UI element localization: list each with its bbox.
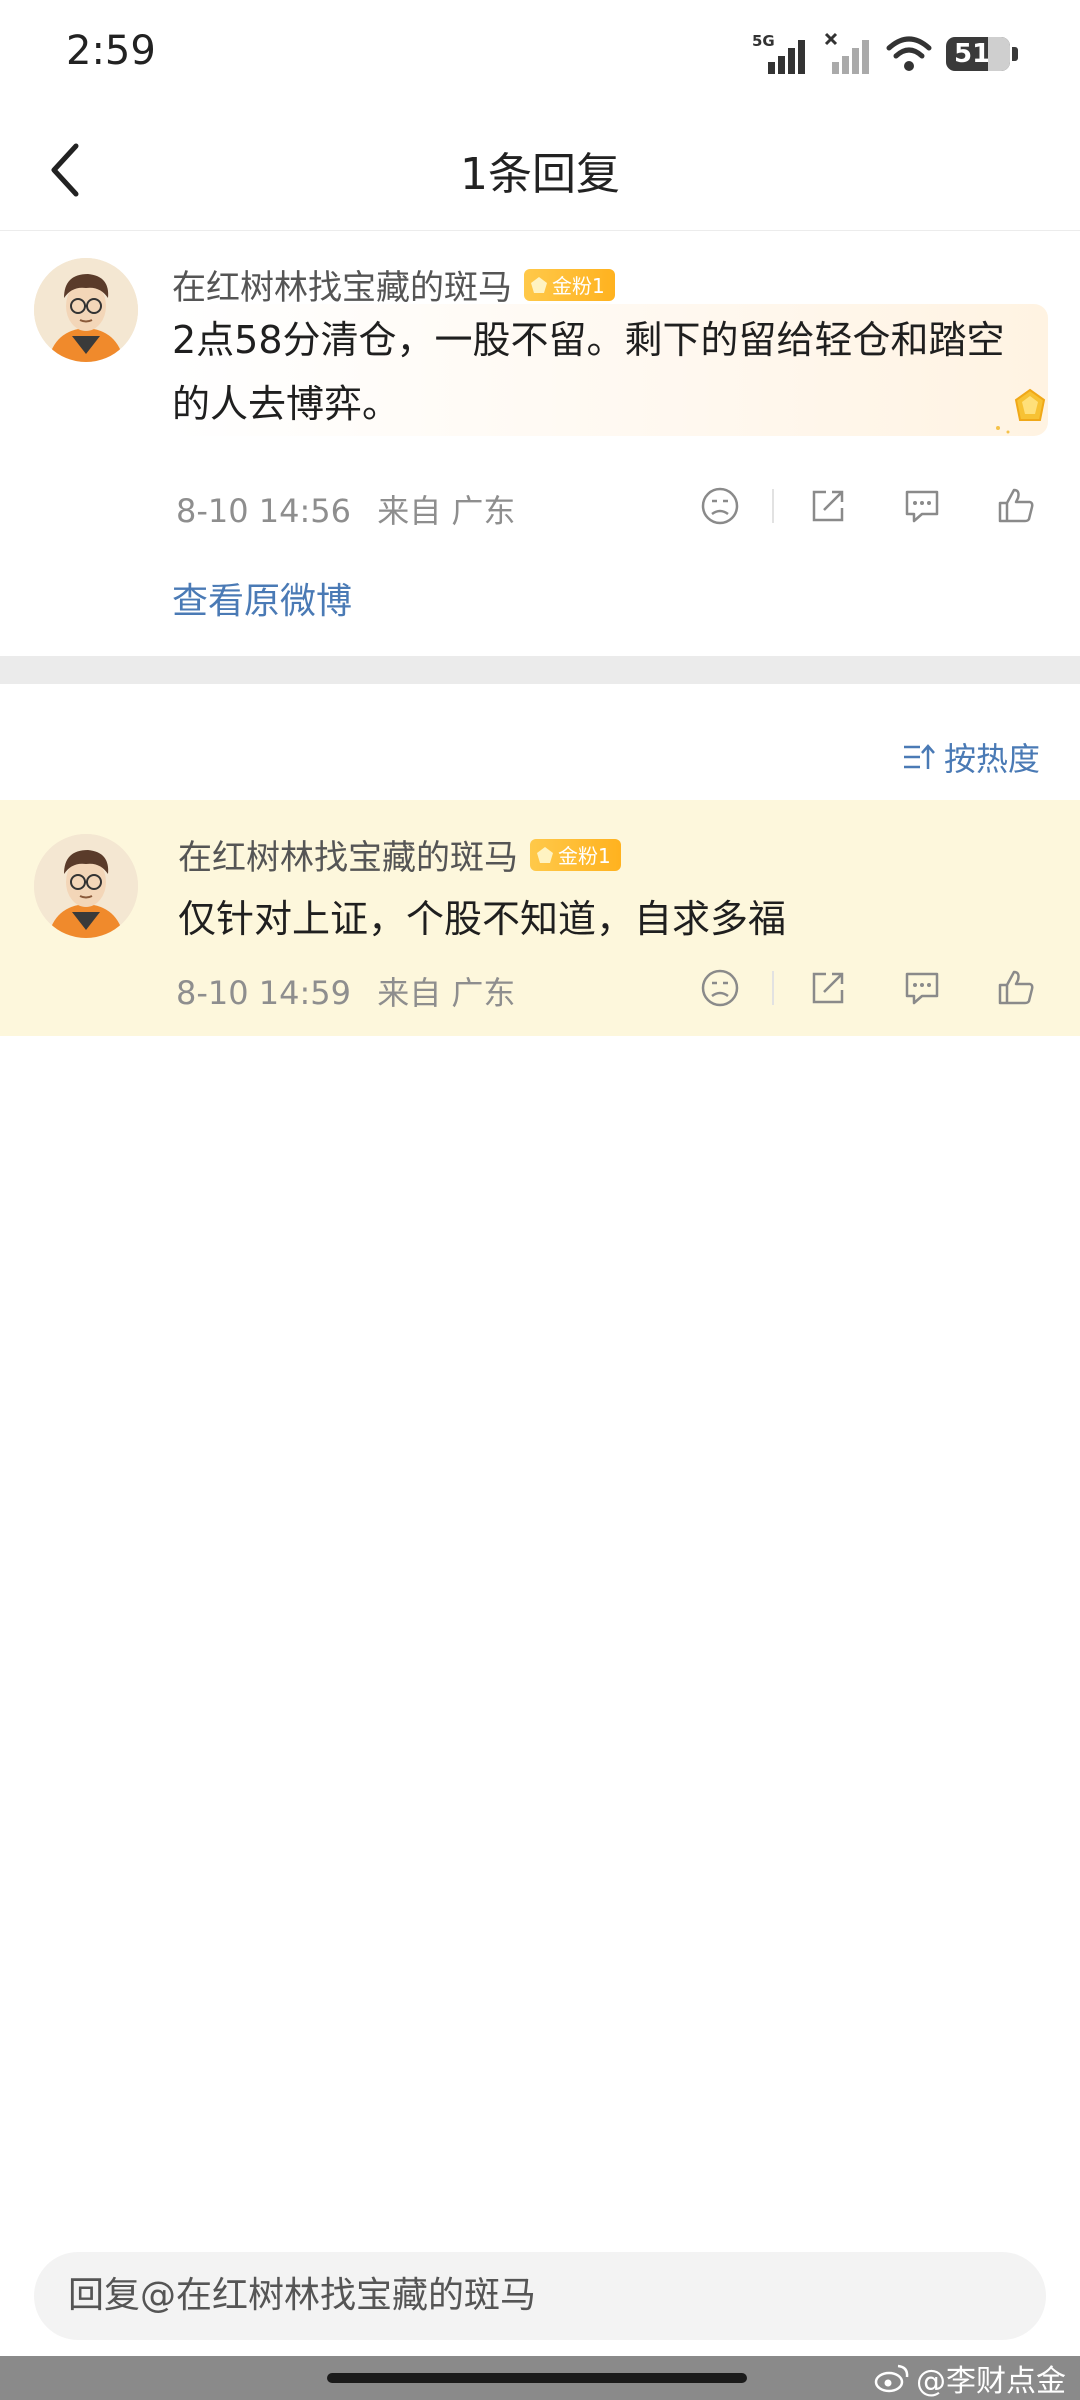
comment-icon [905, 972, 939, 1005]
reply-source: 来自 广东 [377, 974, 516, 1012]
comment-button[interactable] [898, 964, 946, 1012]
fan-badge-label: 金粉1 [552, 274, 605, 298]
dislike-button[interactable] [696, 482, 744, 530]
gem-icon [537, 846, 553, 863]
like-button[interactable] [992, 964, 1040, 1012]
weibo-logo-icon [874, 2364, 909, 2393]
wifi-icon [886, 36, 932, 71]
dislike-button[interactable] [696, 964, 744, 1012]
thumbs-up-icon [998, 488, 1034, 523]
avatar-image [34, 834, 138, 938]
original-comment: 在红树林找宝藏的斑马 金粉1 2点58分清仓，一股不留。剩下的留给轻仓和踏空的人… [0, 232, 1080, 654]
comment-header: 在红树林找宝藏的斑马 金粉1 [172, 260, 615, 309]
avatar[interactable] [34, 258, 138, 362]
username[interactable]: 在红树林找宝藏的斑马 [172, 260, 512, 309]
home-indicator[interactable] [327, 2373, 747, 2383]
reply-date: 8-10 14:59 [176, 974, 352, 1012]
network-type-label: 5G [752, 32, 775, 50]
comment-button[interactable] [898, 482, 946, 530]
avatar[interactable] [34, 834, 138, 938]
share-button[interactable] [804, 964, 852, 1012]
comment-bubble: 2点58分清仓，一股不留。剩下的留给轻仓和踏空的人去博弈。 [172, 304, 1048, 436]
action-separator [772, 489, 774, 523]
fan-badge-label: 金粉1 [558, 844, 611, 868]
share-icon [812, 490, 844, 522]
comment-meta: 8-10 14:56 来自 广东 [176, 486, 515, 532]
cellular-5g-icon: 5G [752, 32, 805, 74]
nav-bar: 1条回复 [0, 110, 1080, 231]
reply-input[interactable]: 回复@在红树林找宝藏的斑马 [34, 2252, 1046, 2340]
status-icons: 5G 51 [752, 30, 1018, 78]
fan-badge[interactable]: 金粉1 [524, 268, 615, 301]
share-button[interactable] [804, 482, 852, 530]
share-icon [812, 972, 844, 1004]
battery-icon: 51 [946, 37, 1018, 71]
status-time: 2:59 [66, 28, 156, 74]
fan-badge[interactable]: 金粉1 [530, 838, 621, 871]
status-bar: 2:59 5G 51 [0, 0, 1080, 110]
page-title: 1条回复 [460, 149, 620, 200]
reply-actions [696, 964, 1040, 1012]
reply-item: 在红树林找宝藏的斑马 金粉1 仅针对上证，个股不知道，自求多福 8-10 14:… [0, 800, 1080, 1036]
reply-text: 仅针对上证，个股不知道，自求多福 [178, 897, 787, 941]
avatar-image [34, 258, 138, 362]
sort-icon [903, 744, 935, 769]
reply-header: 在红树林找宝藏的斑马 金粉1 [178, 830, 621, 879]
battery-level: 51 [954, 39, 991, 69]
sort-label: 按热度 [943, 740, 1040, 778]
comment-text: 2点58分清仓，一股不留。剩下的留给轻仓和踏空的人去博弈。 [172, 318, 1005, 426]
comment-date: 8-10 14:56 [176, 492, 352, 530]
section-divider [0, 656, 1080, 684]
gold-gem-decoration-icon [996, 388, 1046, 434]
reply-username[interactable]: 在红树林找宝藏的斑马 [178, 830, 518, 879]
comment-actions [696, 482, 1040, 530]
watermark: @李财点金 [874, 2356, 1066, 2400]
action-separator [772, 971, 774, 1005]
sad-face-icon [701, 487, 739, 525]
reply-meta: 8-10 14:59 来自 广东 [176, 968, 515, 1014]
comment-source: 来自 广东 [377, 492, 516, 530]
sort-toggle[interactable]: 按热度 [902, 734, 1040, 780]
view-original-link[interactable]: 查看原微博 [172, 572, 352, 624]
watermark-text: @李财点金 [916, 2364, 1066, 2399]
like-button[interactable] [992, 482, 1040, 530]
cellular-no-signal-icon [824, 32, 869, 74]
sad-face-icon [701, 969, 739, 1007]
thumbs-up-icon [998, 970, 1034, 1005]
comment-icon [905, 490, 939, 523]
gem-icon [531, 276, 547, 293]
